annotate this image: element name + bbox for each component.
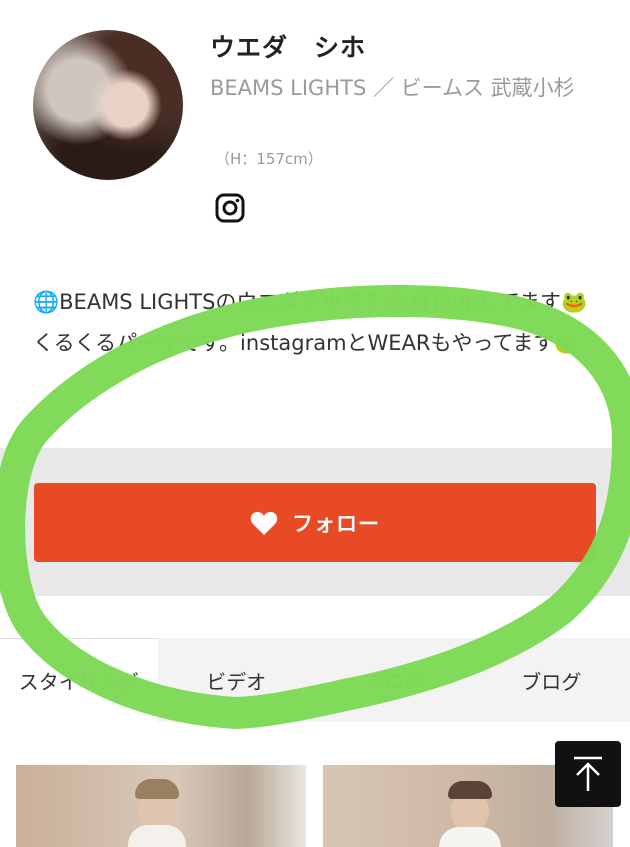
tab-blog-2[interactable]: ブログ: [472, 638, 630, 722]
heart-icon: [250, 511, 278, 535]
tab-video[interactable]: ビデオ: [157, 638, 315, 722]
follow-button-label: フォロー: [292, 511, 380, 536]
profile-tabs: スタイリング ビデオ ブログ ブログ: [0, 638, 630, 722]
follow-button[interactable]: フォロー: [34, 483, 596, 562]
tab-styling[interactable]: スタイリング: [0, 638, 158, 722]
arrow-up-icon: [574, 756, 602, 791]
profile-name: ウエダ シホ: [210, 33, 367, 62]
tab-blog[interactable]: ブログ: [315, 638, 473, 722]
scroll-to-top-button[interactable]: [555, 741, 621, 807]
profile-bio: 🌐BEAMS LIGHTSのウエダシホです🔶毎日upしてます🐸くるくるパーマです…: [33, 290, 588, 355]
shop-name[interactable]: BEAMS LIGHTS ／ ビームス 武蔵小杉: [210, 72, 600, 104]
avatar[interactable]: [33, 30, 183, 180]
styling-photo[interactable]: [16, 765, 306, 847]
instagram-icon[interactable]: [214, 192, 246, 224]
profile-height: （H：157cm）: [215, 150, 323, 168]
